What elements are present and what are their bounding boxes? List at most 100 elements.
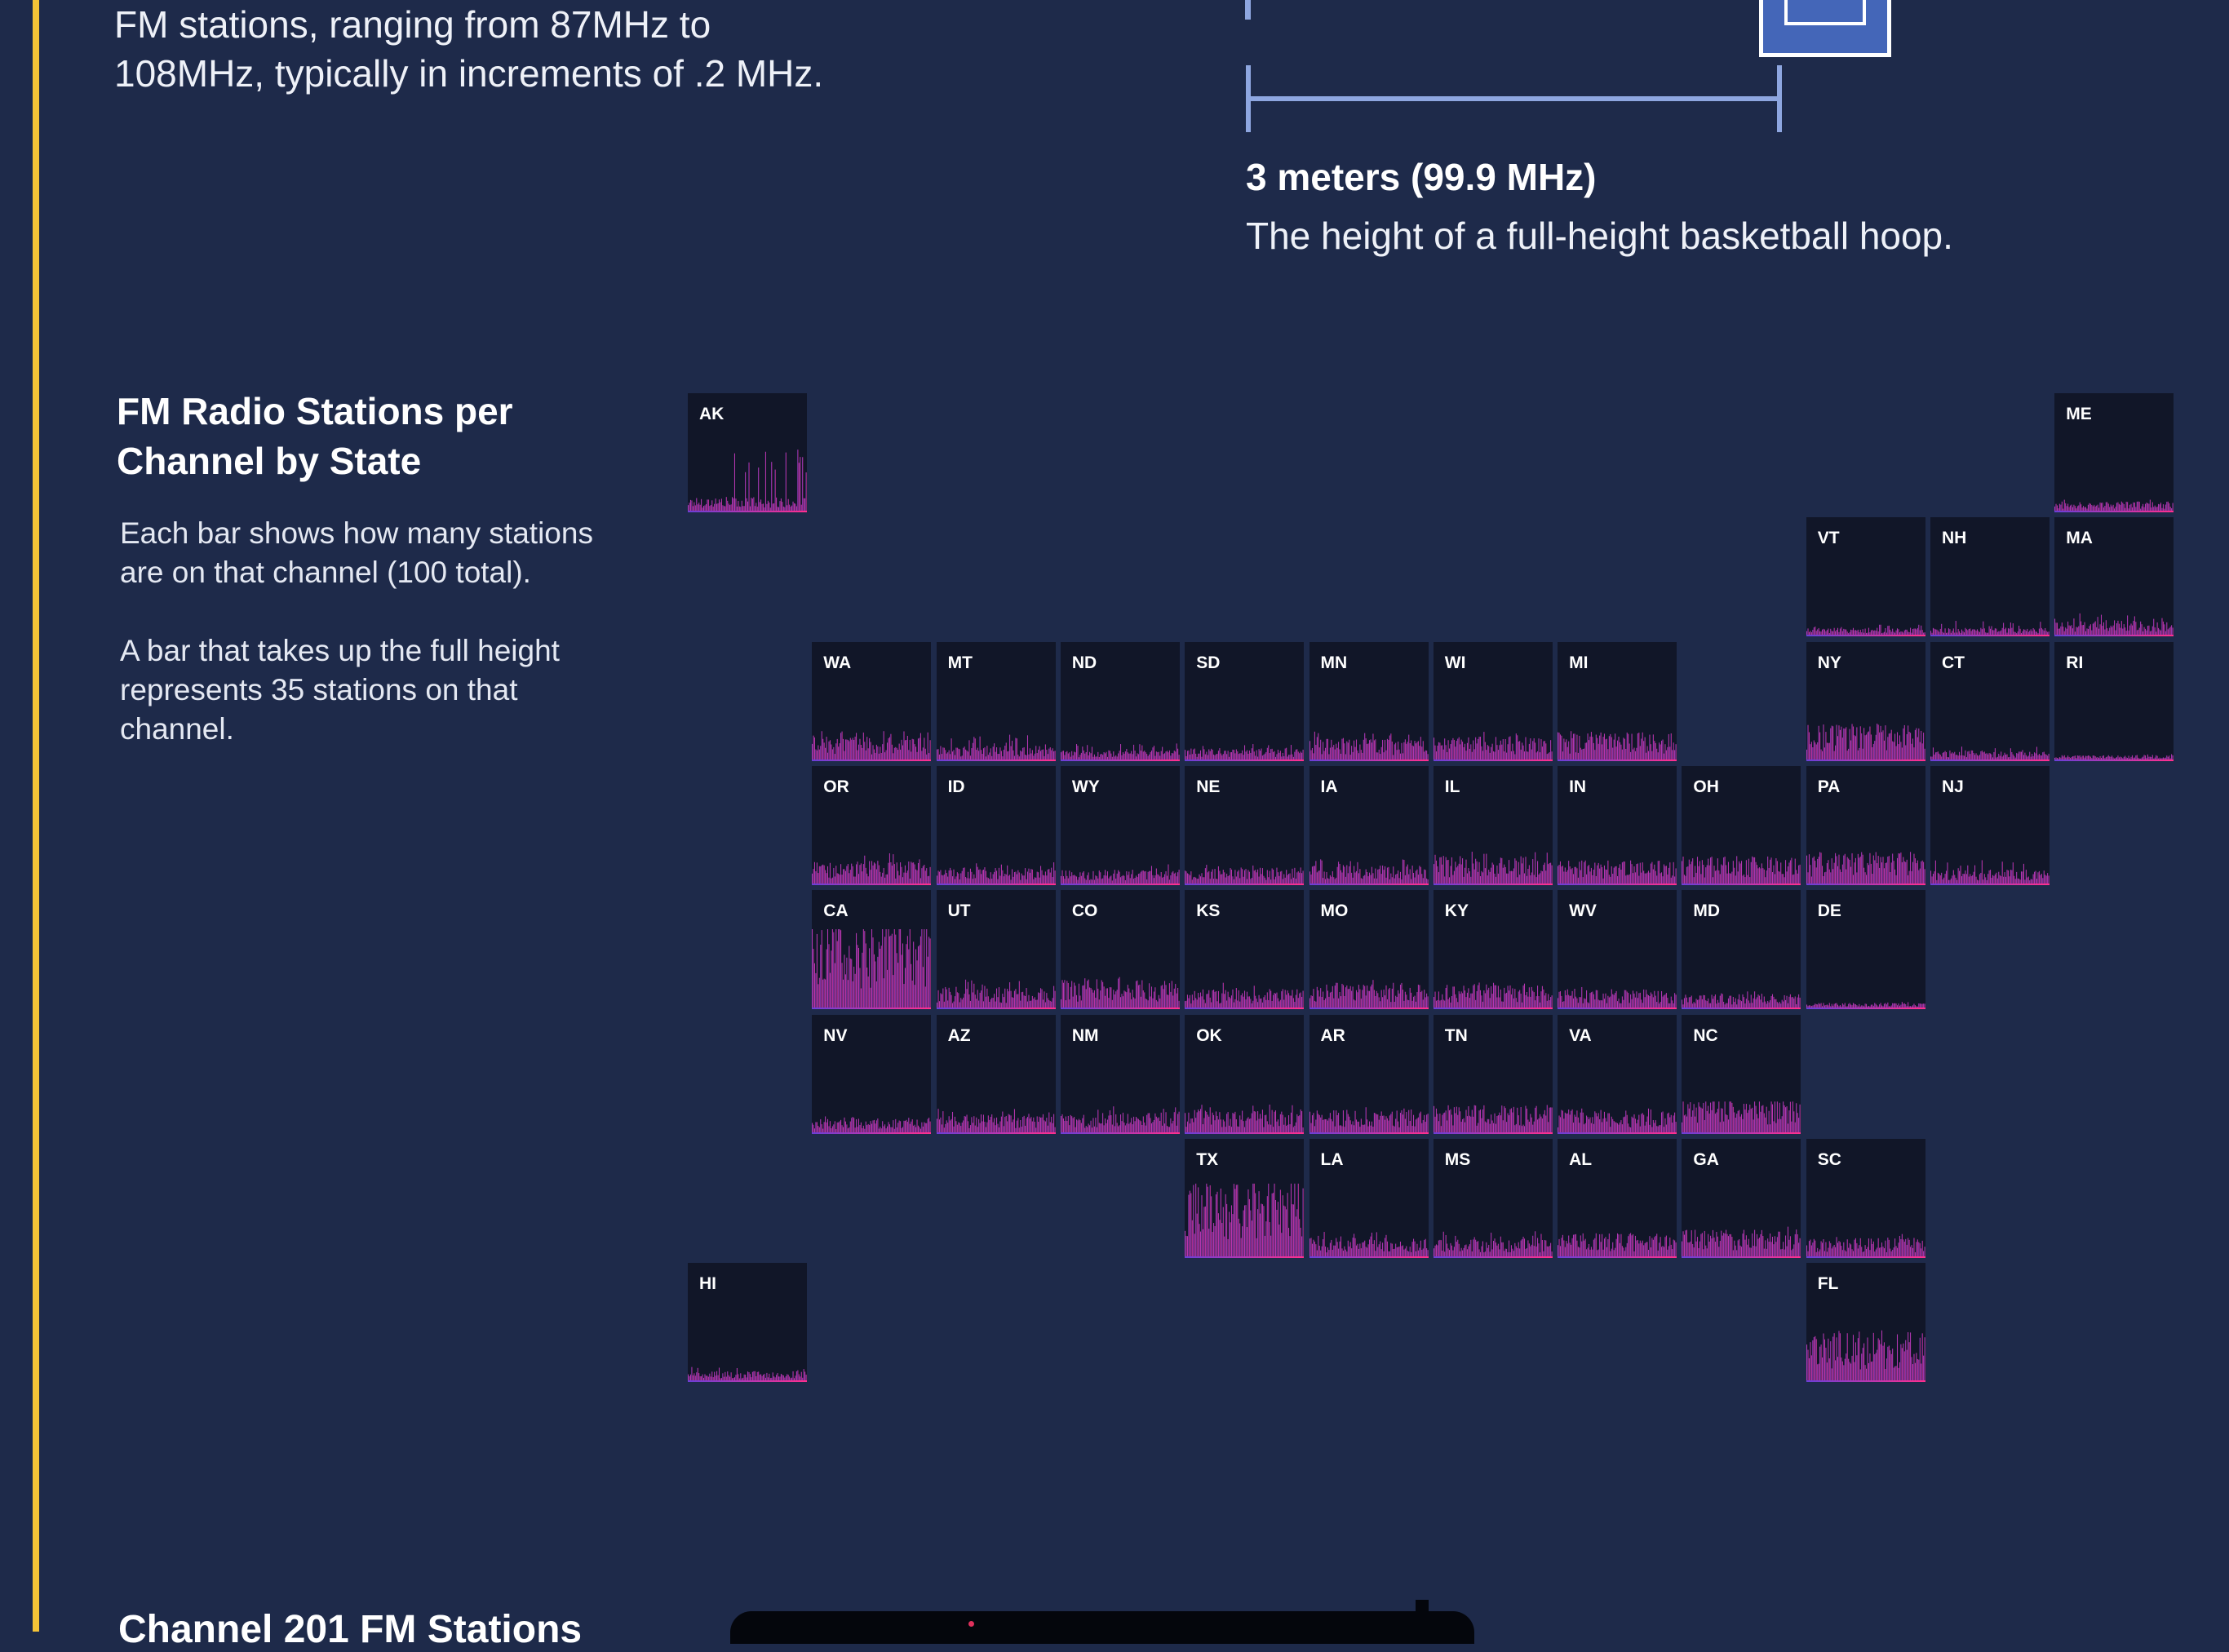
bar-ut-69 xyxy=(1018,981,1019,1008)
bar-wv-9 xyxy=(1568,995,1569,1008)
bar-co-37 xyxy=(1105,996,1106,1008)
bar-co-88 xyxy=(1165,985,1166,1008)
bar-de-77 xyxy=(1898,1003,1899,1008)
bar-nc-71 xyxy=(1766,1106,1767,1132)
bar-ar-51 xyxy=(1370,1125,1371,1132)
bar-ca-29 xyxy=(847,958,848,1008)
bar-tx-76 xyxy=(1275,1200,1276,1256)
bar-ok-57 xyxy=(1252,1105,1253,1132)
bar-ar-75 xyxy=(1398,1127,1399,1132)
bar-wy-53 xyxy=(1123,876,1124,884)
bar-ut-58 xyxy=(1005,1003,1006,1008)
state-label: KY xyxy=(1445,901,1469,921)
bar-nj-78 xyxy=(2023,864,2024,884)
bar-va-84 xyxy=(1658,1126,1659,1132)
bar-nc-85 xyxy=(1783,1101,1784,1132)
bar-wa-28 xyxy=(845,739,846,760)
bar-md-28 xyxy=(1715,994,1716,1008)
bar-nc-39 xyxy=(1728,1119,1729,1132)
bar-vt-27 xyxy=(1838,632,1839,635)
bar-in-35 xyxy=(1599,869,1600,884)
bar-ca-37 xyxy=(856,933,857,1008)
bar-ut-66 xyxy=(1015,989,1016,1008)
bar-vt-10 xyxy=(1818,628,1819,635)
bar-ks-3 xyxy=(1189,999,1190,1008)
bar-il-9 xyxy=(1444,876,1445,884)
bar-in-94 xyxy=(1669,862,1670,884)
bar-ut-44 xyxy=(989,1002,990,1008)
bar-mo-89 xyxy=(1415,1002,1416,1008)
state-tile-me: ME xyxy=(2054,393,2174,512)
bar-in-71 xyxy=(1642,862,1643,884)
bar-ne-7 xyxy=(1193,877,1194,884)
desc1-line-2: are on that channel (100 total). xyxy=(120,556,531,589)
bar-nd-40 xyxy=(1108,750,1109,759)
bar-nv-51 xyxy=(873,1120,874,1132)
bar-or-92 xyxy=(922,868,923,884)
bar-ga-73 xyxy=(1769,1242,1770,1256)
bar-sd-6 xyxy=(1192,754,1193,760)
bar-oh-42 xyxy=(1732,871,1733,883)
bar-ut-41 xyxy=(985,997,986,1008)
bar-vt-54 xyxy=(1871,631,1872,635)
bar-mi-65 xyxy=(1635,751,1636,759)
bar-sd-90 xyxy=(1292,754,1293,759)
bar-nm-91 xyxy=(1169,1127,1170,1132)
bar-sd-27 xyxy=(1217,754,1218,760)
bar-mi-2 xyxy=(1560,734,1561,760)
bar-vt-58 xyxy=(1875,631,1876,635)
bar-al-46 xyxy=(1612,1242,1613,1256)
bar-de-78 xyxy=(1899,1006,1900,1008)
bar-ca-32 xyxy=(850,959,851,1008)
state-label: TX xyxy=(1196,1150,1218,1170)
bar-wi-9 xyxy=(1444,738,1445,760)
state-tile-tx: TX xyxy=(1185,1139,1304,1258)
bar-ks-91 xyxy=(1293,999,1294,1008)
bar-nc-94 xyxy=(1794,1111,1795,1132)
bar-va-53 xyxy=(1620,1120,1621,1132)
bar-ks-90 xyxy=(1292,990,1293,1008)
bar-mi-60 xyxy=(1629,743,1630,760)
bar-sd-32 xyxy=(1223,754,1224,760)
bar-in-90 xyxy=(1664,866,1665,884)
bar-nm-42 xyxy=(1110,1115,1111,1132)
bar-de-10 xyxy=(1818,1003,1819,1008)
bar-nd-55 xyxy=(1126,749,1127,760)
bar-ri-54 xyxy=(2119,757,2120,760)
bar-mo-17 xyxy=(1329,993,1330,1008)
bar-ks-86 xyxy=(1287,990,1288,1008)
bar-ny-40 xyxy=(1854,735,1855,760)
bar-or-85 xyxy=(913,862,914,884)
bar-ms-50 xyxy=(1493,1241,1494,1256)
bar-ga-92 xyxy=(1792,1250,1793,1256)
bar-va-95 xyxy=(1671,1114,1672,1132)
bar-mt-54 xyxy=(1000,751,1001,759)
bar-wy-29 xyxy=(1095,875,1096,884)
bar-ne-89 xyxy=(1291,879,1292,883)
bar-me-1 xyxy=(2056,504,2057,511)
bar-sd-48 xyxy=(1242,750,1243,759)
baseline-ny xyxy=(1806,760,1925,761)
bar-sc-28 xyxy=(1840,1242,1841,1256)
bar-ms-91 xyxy=(1542,1240,1543,1256)
bar-mn-49 xyxy=(1367,743,1368,760)
bar-in-29 xyxy=(1592,875,1593,884)
bar-sc-80 xyxy=(1901,1233,1902,1256)
bar-mi-87 xyxy=(1661,741,1662,760)
bar-ma-4 xyxy=(2059,629,2060,636)
bar-ak-46 xyxy=(742,506,743,511)
bar-nj-89 xyxy=(2036,879,2037,884)
bar-in-31 xyxy=(1594,862,1595,884)
bar-ma-7 xyxy=(2063,627,2064,635)
bar-md-56 xyxy=(1748,1001,1749,1008)
bar-ms-70 xyxy=(1517,1248,1518,1256)
bar-ny-39 xyxy=(1853,726,1854,760)
bar-de-89 xyxy=(1912,1005,1913,1008)
bar-ok-96 xyxy=(1299,1115,1300,1132)
bar-ak-15 xyxy=(706,504,707,511)
bar-nj-19 xyxy=(1953,870,1954,883)
bar-az-16 xyxy=(955,1121,956,1132)
bar-nv-30 xyxy=(848,1128,849,1132)
bar-ri-95 xyxy=(2168,756,2169,759)
bar-mi-10 xyxy=(1570,753,1571,759)
